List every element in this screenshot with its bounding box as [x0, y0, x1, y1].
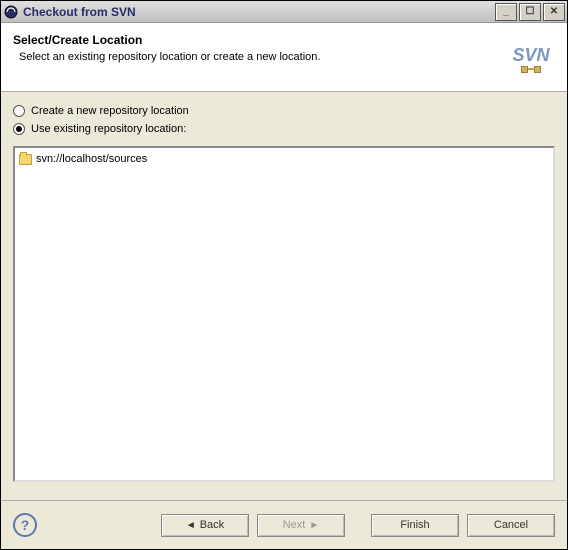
- help-button[interactable]: ?: [13, 513, 37, 537]
- folder-icon: [19, 154, 32, 165]
- titlebar[interactable]: Checkout from SVN _ ☐ ✕: [1, 1, 567, 23]
- eclipse-icon: [3, 4, 19, 20]
- chevron-left-icon: ◄: [186, 520, 196, 531]
- maximize-button[interactable]: ☐: [519, 3, 541, 21]
- chevron-right-icon: ►: [309, 520, 319, 531]
- radio-icon: [13, 105, 25, 117]
- wizard-header: Select/Create Location Select an existin…: [1, 23, 567, 92]
- cancel-button[interactable]: Cancel: [467, 514, 555, 537]
- radio-icon: [13, 123, 25, 135]
- close-button[interactable]: ✕: [543, 3, 565, 21]
- finish-label: Finish: [400, 519, 429, 531]
- cancel-label: Cancel: [494, 519, 528, 531]
- radio-existing-label: Use existing repository location:: [31, 123, 186, 135]
- window-title: Checkout from SVN: [23, 5, 136, 19]
- repository-item[interactable]: svn://localhost/sources: [19, 152, 549, 166]
- radio-create-label: Create a new repository location: [31, 105, 189, 117]
- minimize-button[interactable]: _: [495, 3, 517, 21]
- next-button[interactable]: Next ►: [257, 514, 345, 537]
- wizard-dialog: Checkout from SVN _ ☐ ✕ Select/Create Lo…: [0, 0, 568, 550]
- next-label: Next: [283, 519, 306, 531]
- back-button[interactable]: ◄ Back: [161, 514, 249, 537]
- repository-list[interactable]: svn://localhost/sources: [13, 146, 555, 482]
- svn-logo-text: SVN: [512, 45, 549, 66]
- page-title: Select/Create Location: [13, 33, 507, 47]
- radio-create-new[interactable]: Create a new repository location: [13, 105, 555, 117]
- radio-use-existing[interactable]: Use existing repository location:: [13, 123, 555, 135]
- page-description: Select an existing repository location o…: [13, 51, 507, 63]
- svn-logo: SVN: [507, 33, 555, 81]
- help-icon-symbol: ?: [21, 517, 30, 533]
- wizard-content: Create a new repository location Use exi…: [1, 92, 567, 492]
- finish-button[interactable]: Finish: [371, 514, 459, 537]
- connector-icon: [524, 68, 538, 70]
- back-label: Back: [200, 519, 224, 531]
- repository-url: svn://localhost/sources: [36, 153, 147, 165]
- wizard-footer: ? ◄ Back Next ► Finish Cancel: [1, 501, 567, 549]
